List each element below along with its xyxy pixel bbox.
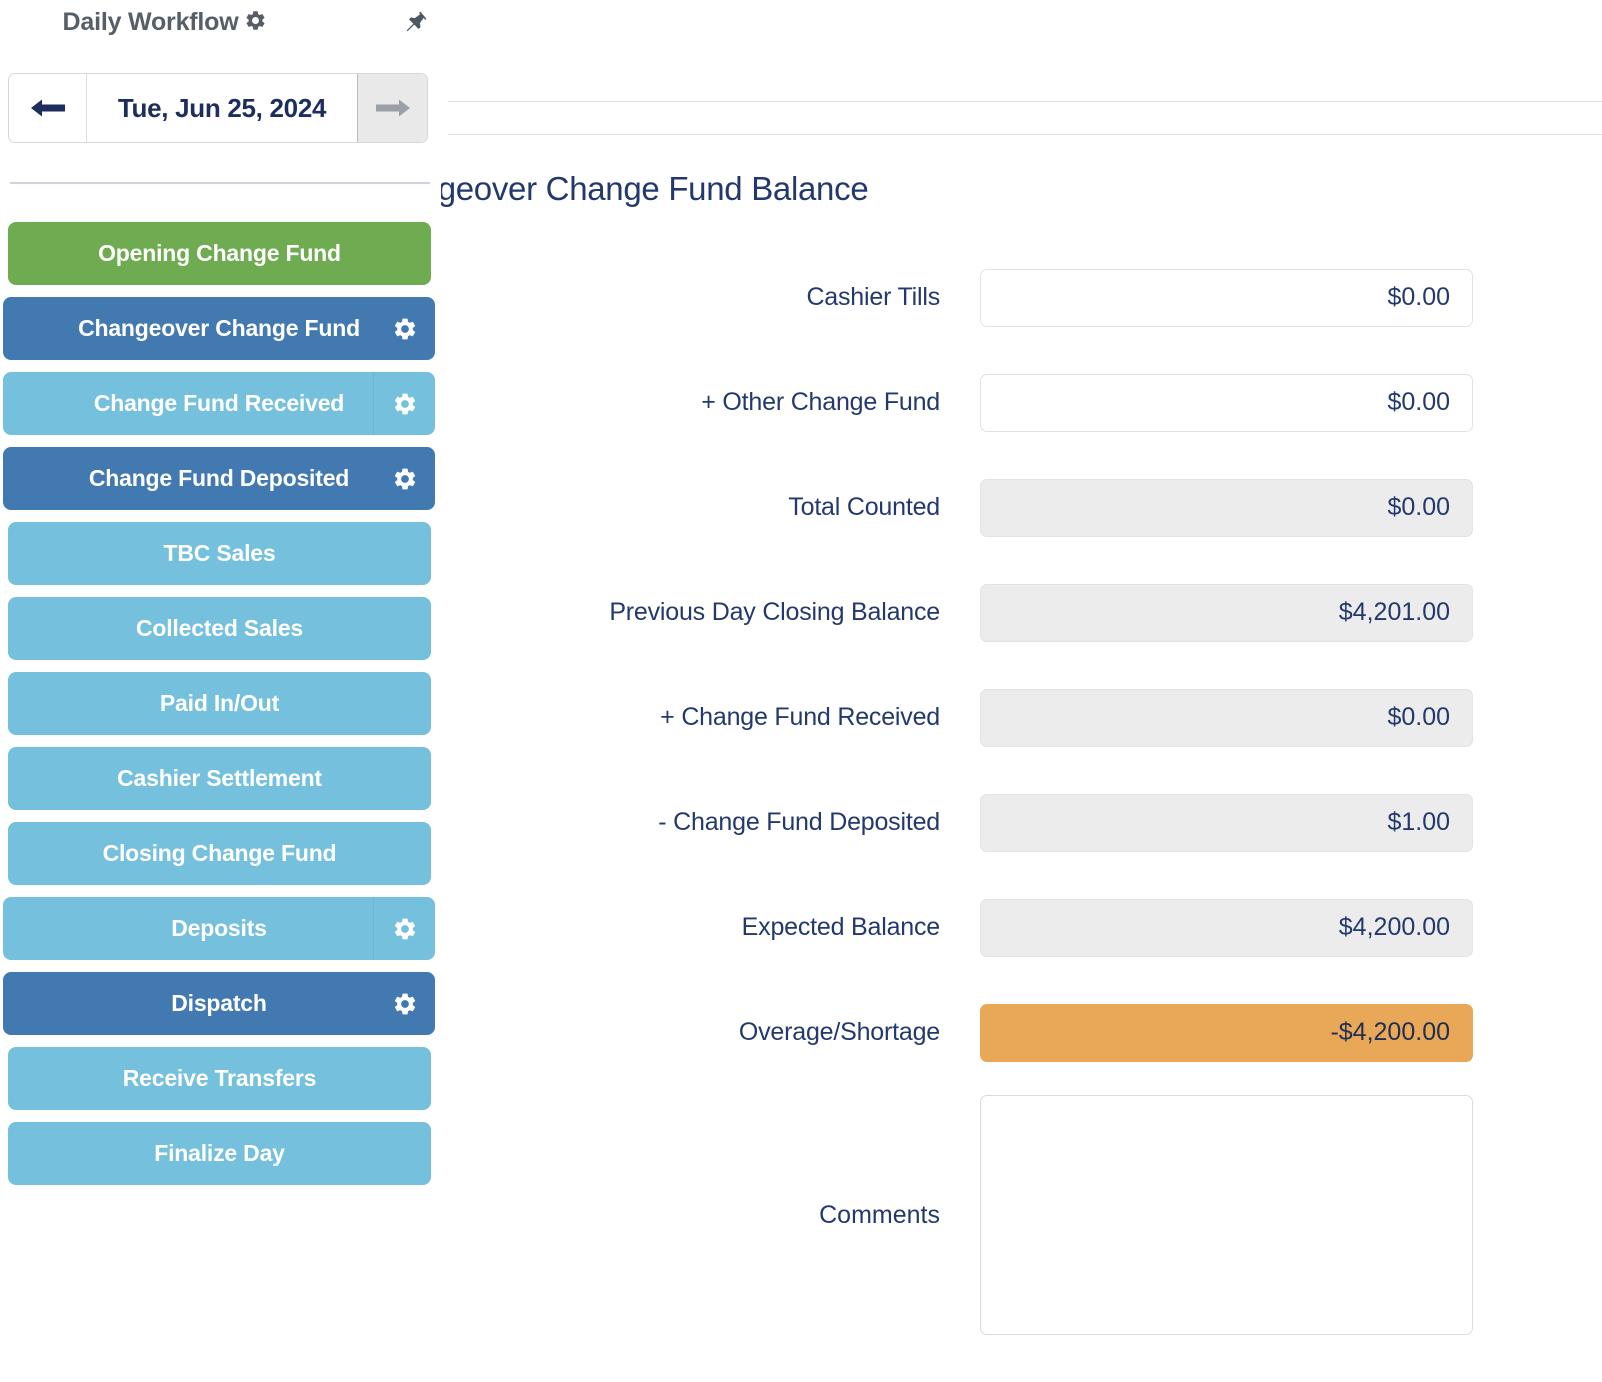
workflow-step-finalize-day[interactable]: Finalize Day xyxy=(8,1122,431,1185)
workflow-step-label: Changeover Change Fund xyxy=(78,315,360,341)
field-value-previous-day-closing-balance: $4,201.00 xyxy=(980,583,1473,642)
workflow-step-change-fund-received[interactable]: Change Fund Received xyxy=(3,372,435,435)
workflow-step-label: Finalize Day xyxy=(154,1140,285,1166)
workflow-step-label: Cashier Settlement xyxy=(117,765,322,791)
field-label-change-fund-deposited: - Change Fund Deposited xyxy=(658,808,940,836)
date-navigator: Tue, Jun 25, 2024 xyxy=(8,73,428,143)
form-row-previous-day-closing-balance: Previous Day Closing Balance $4,201.00 xyxy=(460,570,1480,655)
field-value-change-fund-deposited: $1.00 xyxy=(980,793,1473,852)
comments-input[interactable] xyxy=(980,1095,1473,1335)
gear-icon[interactable] xyxy=(373,897,435,960)
workflow-step-tbc-sales[interactable]: TBC Sales xyxy=(8,522,431,585)
workflow-step-dispatch[interactable]: Dispatch xyxy=(3,972,435,1035)
field-label-cashier-tills: Cashier Tills xyxy=(806,283,940,311)
form-row-overage-shortage: Overage/Shortage -$4,200.00 xyxy=(460,990,1480,1075)
form-row-expected-balance: Expected Balance $4,200.00 xyxy=(460,885,1480,970)
workflow-step-collected-sales[interactable]: Collected Sales xyxy=(8,597,431,660)
field-label-overage-shortage: Overage/Shortage xyxy=(738,1018,940,1046)
gear-icon[interactable] xyxy=(373,297,435,360)
app-root: Changeover Change Fund Balance Cashier T… xyxy=(0,0,1602,1382)
header-divider-bottom xyxy=(448,134,1602,135)
pushpin-icon[interactable] xyxy=(398,8,432,38)
workflow-step-label: Receive Transfers xyxy=(122,1065,317,1091)
workflow-step-paid-in-out[interactable]: Paid In/Out xyxy=(8,672,431,735)
form-row-total-counted: Total Counted $0.00 xyxy=(460,465,1480,550)
field-value-other-change-fund[interactable]: $0.00 xyxy=(980,373,1473,432)
workflow-step-label: TBC Sales xyxy=(163,540,276,566)
gear-icon[interactable] xyxy=(244,9,267,32)
daily-workflow-panel: Daily Workflow Tue, Jun 25, 2024 Opening… xyxy=(0,0,441,1382)
workflow-step-label: Opening Change Fund xyxy=(98,240,341,266)
panel-header: Daily Workflow xyxy=(0,0,441,56)
field-value-change-fund-received: $0.00 xyxy=(980,688,1473,747)
field-label-total-counted: Total Counted xyxy=(788,493,940,521)
field-label-expected-balance: Expected Balance xyxy=(741,913,941,941)
workflow-step-label: Change Fund Deposited xyxy=(88,465,350,491)
workflow-step-closing-change-fund[interactable]: Closing Change Fund xyxy=(8,822,431,885)
arrow-left-icon xyxy=(29,95,67,121)
form-row-other-change-fund: + Other Change Fund $0.00 xyxy=(460,360,1480,445)
comments-label: Comments xyxy=(819,1200,940,1229)
comments-row: Comments xyxy=(460,1095,1480,1335)
field-label-other-change-fund: + Other Change Fund xyxy=(701,388,940,416)
workflow-step-label: Dispatch xyxy=(171,990,267,1016)
form-row-change-fund-received: + Change Fund Received $0.00 xyxy=(460,675,1480,760)
change-fund-balance-form: Cashier Tills $0.00 + Other Change Fund $0.… xyxy=(460,255,1480,1335)
form-row-cashier-tills: Cashier Tills $0.00 xyxy=(460,255,1480,340)
field-value-expected-balance: $4,200.00 xyxy=(980,898,1473,957)
workflow-step-opening-change-fund[interactable]: Opening Change Fund xyxy=(8,222,431,285)
workflow-step-label: Closing Change Fund xyxy=(102,840,337,866)
arrow-right-icon xyxy=(374,95,412,121)
workflow-step-label: Paid In/Out xyxy=(159,690,280,716)
workflow-step-change-fund-deposited[interactable]: Change Fund Deposited xyxy=(3,447,435,510)
gear-icon[interactable] xyxy=(373,972,435,1035)
header-divider-top xyxy=(448,101,1602,102)
gear-icon[interactable] xyxy=(373,372,435,435)
gear-icon[interactable] xyxy=(373,447,435,510)
workflow-step-deposits[interactable]: Deposits xyxy=(3,897,435,960)
field-value-overage-shortage: -$4,200.00 xyxy=(980,1003,1473,1062)
workflow-step-changeover-change-fund[interactable]: Changeover Change Fund xyxy=(3,297,435,360)
panel-title-text: Daily Workflow xyxy=(62,8,239,36)
current-date-display[interactable]: Tue, Jun 25, 2024 xyxy=(87,74,357,142)
field-value-total-counted: $0.00 xyxy=(980,478,1473,537)
workflow-step-label: Deposits xyxy=(171,915,267,941)
previous-day-button[interactable] xyxy=(9,74,87,142)
workflow-steps-list: Opening Change Fund Changeover Change Fun… xyxy=(3,222,435,1197)
field-label-previous-day-closing-balance: Previous Day Closing Balance xyxy=(609,598,940,626)
workflow-step-label: Collected Sales xyxy=(135,615,304,641)
field-label-change-fund-received: + Change Fund Received xyxy=(660,703,940,731)
workflow-step-cashier-settlement[interactable]: Cashier Settlement xyxy=(8,747,431,810)
workflow-step-receive-transfers[interactable]: Receive Transfers xyxy=(8,1047,431,1110)
panel-title: Daily Workflow xyxy=(0,8,330,37)
next-day-button[interactable] xyxy=(357,74,427,142)
panel-divider xyxy=(10,182,430,184)
workflow-step-label: Change Fund Received xyxy=(93,390,345,416)
form-row-change-fund-deposited: - Change Fund Deposited $1.00 xyxy=(460,780,1480,865)
field-value-cashier-tills[interactable]: $0.00 xyxy=(980,268,1473,327)
